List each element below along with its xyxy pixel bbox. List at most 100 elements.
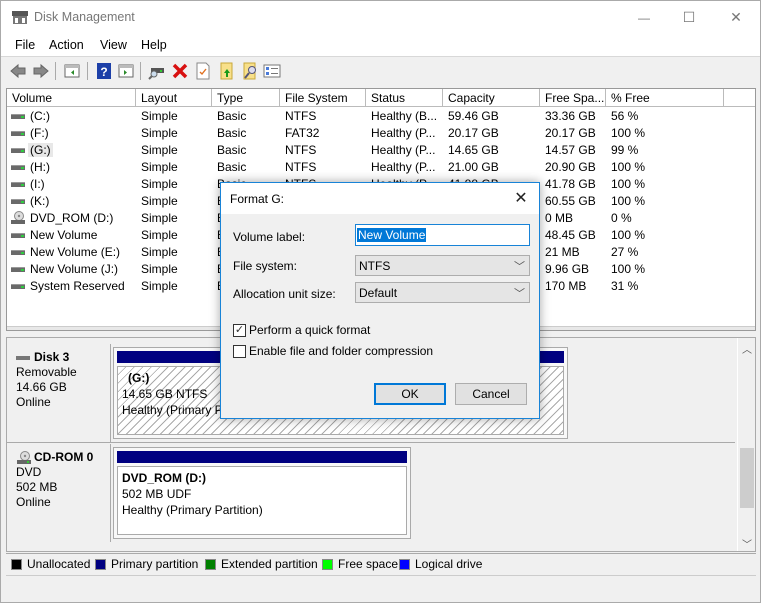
cell-capacity: 21.00 GB [448,160,499,174]
cell-layout: Simple [141,177,178,191]
cell-free: 60.55 GB [545,194,596,208]
minimize-button[interactable]: — [621,1,667,34]
column-header-status[interactable]: Status [366,89,443,107]
show-hide-action-pane-icon[interactable] [117,62,135,80]
cell-free: 21 MB [545,245,580,259]
close-button[interactable]: ✕ [713,1,759,34]
cell-pct: 27 % [611,245,639,259]
legend-label: Free space [338,557,399,571]
cell-layout: Simple [141,143,178,157]
cell-layout: Simple [141,211,178,225]
drive-icon [11,131,25,136]
explore-icon[interactable] [241,62,259,80]
column-header-capacity[interactable]: Capacity [443,89,540,107]
column-header-layout[interactable]: Layout [136,89,212,107]
file-system-select[interactable]: NTFS ﹀ [355,255,530,276]
volume-list-header: Volume Layout Type File System Status Ca… [7,89,755,107]
drive-icon [11,182,25,187]
cell-layout: Simple [141,279,178,293]
table-row[interactable]: (H:) Simple Basic NTFS Healthy (P... 21.00 GB… [7,159,755,176]
legend-swatch [95,558,106,570]
file-system-label: File system: [233,259,298,273]
compression-option[interactable]: Enable file and folder compression [233,344,433,358]
legend: Unallocated Primary partition Extended p… [6,553,756,572]
cancel-button[interactable]: Cancel [455,383,527,405]
cell-free: 9.96 GB [545,262,590,276]
scroll-up-icon[interactable]: ︿ [742,341,752,356]
menu-action[interactable]: Action [49,38,84,52]
scroll-down-icon[interactable]: ﹀ [742,536,752,551]
menu-view[interactable]: View [100,38,127,52]
forward-icon[interactable] [32,62,50,80]
legend-label: Primary partition [111,557,199,571]
toolbar-separator [140,62,141,80]
disk-state: Online [16,495,51,509]
menu-file[interactable]: File [15,38,35,52]
open-folder-icon[interactable] [218,62,236,80]
partition-d[interactable]: DVD_ROM (D:) 502 MB UDF Healthy (Primary… [113,447,411,539]
allocation-unit-size-label: Allocation unit size: [233,287,336,301]
ok-button[interactable]: OK [374,383,446,405]
dialog-close-button[interactable]: ✕ [509,187,533,209]
cell-volume: (G:) [28,143,53,157]
column-header-free-space[interactable]: Free Spa... [540,89,606,107]
quick-format-checkbox[interactable]: ✓ [233,323,246,337]
cell-pct: 100 % [611,160,646,174]
delete-icon[interactable] [171,62,189,80]
disk-size: 14.66 GB [16,380,67,394]
volume-label-input[interactable]: New Volume [355,224,530,246]
help-icon[interactable]: ? [95,62,113,80]
cell-layout: Simple [141,109,178,123]
legend-swatch [205,558,216,570]
cell-type: Basic [217,160,247,174]
connect-drive-icon[interactable] [148,62,166,80]
legend-swatch [322,558,333,570]
compression-checkbox[interactable] [233,344,246,358]
cell-pct: 100 % [611,126,646,140]
maximize-button[interactable]: ☐ [666,1,712,34]
cd-rom-icon [11,211,25,224]
dialog-title-bar: Format G: ✕ [221,183,539,214]
show-hide-console-tree-icon[interactable] [63,62,81,80]
menu-help[interactable]: Help [141,38,167,52]
disk-info[interactable]: CD-ROM 0 DVD 502 MB Online [7,444,111,542]
title-bar: Disk Management — ☐ ✕ [1,1,760,34]
drive-icon [11,284,25,289]
legend-swatch [399,558,410,570]
settings-list-icon[interactable] [263,62,281,80]
disk-row-cdrom0: CD-ROM 0 DVD 502 MB Online DVD_ROM (D:) … [7,444,735,542]
cell-pct: 100 % [611,262,646,276]
properties-icon[interactable] [194,62,212,80]
column-header-percent-free[interactable]: % Free [606,89,724,107]
drive-icon [11,114,25,119]
column-header-file-system[interactable]: File System [280,89,366,107]
disk-divider [7,442,735,443]
svg-text:?: ? [100,65,107,79]
cell-fs: NTFS [285,160,317,174]
cell-free: 48.45 GB [545,228,596,242]
vertical-scrollbar[interactable]: ︿ ﹀ [737,338,755,551]
format-dialog: Format G: ✕ Volume label: New Volume Fil… [220,182,540,419]
allocation-unit-size-select[interactable]: Default ﹀ [355,282,530,303]
file-system-value: NTFS [359,259,391,273]
table-row[interactable]: (F:) Simple Basic FAT32 Healthy (P... 20.17 G… [7,125,755,142]
legend-logical-drive: Logical drive [399,557,482,571]
legend-label: Unallocated [27,557,91,571]
cell-free: 0 MB [545,211,574,225]
table-row[interactable]: (C:) Simple Basic NTFS Healthy (B... 59.46 GB… [7,108,755,125]
disk-kind: Removable [16,365,77,379]
cell-capacity: 59.46 GB [448,109,499,123]
table-row[interactable]: (G:) Simple Basic NTFS Healthy (P... 14.65 GB… [7,142,755,159]
quick-format-label: Perform a quick format [249,323,371,337]
scrollbar-thumb[interactable] [740,448,754,508]
disk-name: Disk 3 [34,350,70,364]
cell-pct: 100 % [611,228,646,242]
column-header-volume[interactable]: Volume [7,89,136,107]
disk-info[interactable]: Disk 3 Removable 14.66 GB Online [7,344,111,442]
back-icon[interactable] [9,62,27,80]
quick-format-option[interactable]: ✓ Perform a quick format [233,323,370,337]
disk-management-app-icon [12,11,28,24]
column-header-type[interactable]: Type [212,89,280,107]
cell-status: Healthy (P... [371,143,436,157]
partition-status: Healthy (Primary Partition) [122,503,263,517]
